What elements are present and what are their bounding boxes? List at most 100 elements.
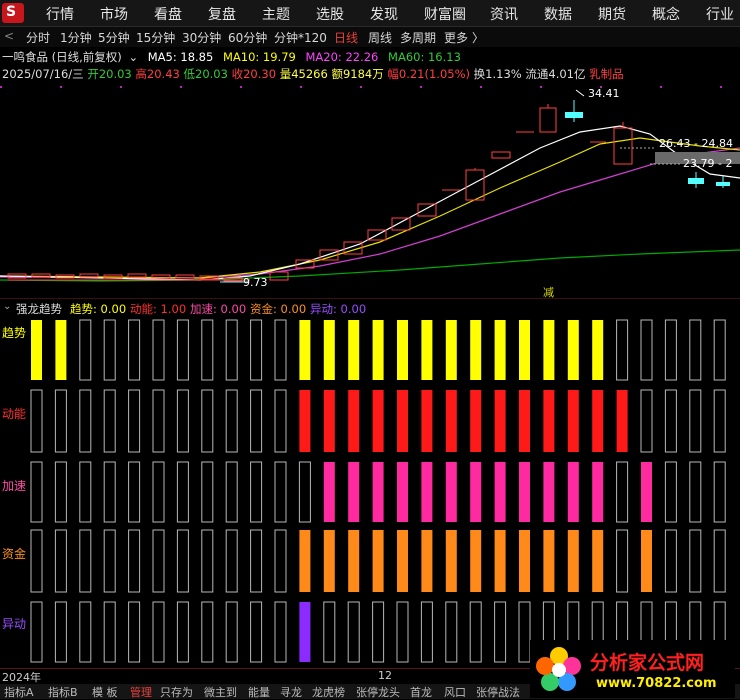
menu-item-qihuo[interactable]: 期货 xyxy=(598,4,626,24)
tab-limit-strategy[interactable]: 张停战法 xyxy=(476,684,520,700)
period-15min[interactable]: 15分钟 xyxy=(136,29,175,46)
accel-bar xyxy=(397,462,408,522)
tab-micro[interactable]: 微主到 xyxy=(204,684,237,700)
accel-bar xyxy=(470,462,482,522)
menu-item-hangye[interactable]: 行业 xyxy=(706,4,734,24)
trend-bar xyxy=(445,320,457,380)
indicator-chart[interactable] xyxy=(0,316,740,666)
accel-bar xyxy=(445,462,457,522)
indicator-dropdown-icon[interactable]: ⌄ xyxy=(3,301,11,312)
period-more[interactable]: 更多 xyxy=(444,29,468,46)
row-label-accel: 加速 xyxy=(2,479,27,493)
accel-bar xyxy=(298,461,311,523)
trend-bar xyxy=(225,319,238,381)
menu-item-hangqing[interactable]: 行情 xyxy=(46,4,74,24)
momentum-bar xyxy=(543,390,555,452)
collapse-icon[interactable]: < xyxy=(4,29,14,43)
menu-item-shuju[interactable]: 数据 xyxy=(544,4,572,24)
period-60min[interactable]: 60分钟 xyxy=(228,29,267,46)
capital-bar xyxy=(470,530,482,592)
momentum-bar xyxy=(494,390,506,452)
tab-dragon-tiger[interactable]: 龙虎榜 xyxy=(312,684,345,700)
price-range-label-2: 23.79 - 2 xyxy=(683,157,733,170)
momentum-bar xyxy=(152,389,165,453)
tab-seek-dragon[interactable]: 寻龙 xyxy=(280,684,302,700)
momentum-bar xyxy=(397,390,408,452)
period-weekly[interactable]: 周线 xyxy=(368,29,392,46)
tab-manage[interactable]: 管理 xyxy=(130,684,152,700)
accel-bar xyxy=(592,462,604,522)
menu-item-caifuquan[interactable]: 财富圈 xyxy=(424,4,466,24)
menu-item-faxian[interactable]: 发现 xyxy=(370,4,398,24)
period-5min[interactable]: 5分钟 xyxy=(98,29,130,46)
accel-bar xyxy=(641,462,652,522)
capital-bar xyxy=(664,529,677,593)
tab-indicator-b[interactable]: 指标B xyxy=(48,684,78,700)
period-daily[interactable]: 日线 xyxy=(334,29,358,46)
accel-bar xyxy=(664,461,677,523)
menu-item-zhuti[interactable]: 主题 xyxy=(262,4,290,24)
capital-bar xyxy=(274,529,287,593)
trend-bar xyxy=(55,320,67,380)
tab-limit-leader[interactable]: 张停龙头 xyxy=(356,684,400,700)
ma-info-line: 一鸣食品 (日线,前复权) ⌄ MA5: 18.85 MA10: 19.79 M… xyxy=(2,49,461,65)
trend-bar xyxy=(689,319,702,381)
ma-dropdown-icon[interactable]: ⌄ xyxy=(128,50,138,64)
trend-bar xyxy=(397,320,408,380)
momentum-bar xyxy=(250,389,263,453)
quote-turnover: 换1.13% xyxy=(473,67,522,81)
tab-energy[interactable]: 能量 xyxy=(248,684,270,700)
menu-item-fupan[interactable]: 复盘 xyxy=(208,4,236,24)
trend-bar xyxy=(372,320,384,380)
abnormal-bar xyxy=(420,601,433,663)
menu-item-kanpan[interactable]: 看盘 xyxy=(154,4,182,24)
menu-item-xuangu[interactable]: 选股 xyxy=(316,4,344,24)
ma5-value: MA5: 18.85 xyxy=(147,50,214,64)
tab-indicator-a[interactable]: 指标A xyxy=(4,684,34,700)
capital-bar xyxy=(397,530,408,592)
abnormal-bar xyxy=(372,601,385,663)
row-label-abnormal: 异动 xyxy=(2,617,27,631)
period-120min[interactable]: 分钟*120 xyxy=(274,29,327,46)
momentum-bar xyxy=(54,389,67,453)
accel-bar xyxy=(79,461,92,523)
abnormal-bar xyxy=(299,602,311,662)
menu-item-zixun[interactable]: 资讯 xyxy=(490,4,518,24)
candlestick-chart[interactable] xyxy=(0,84,740,298)
trend-bar xyxy=(128,319,141,381)
accel-bar xyxy=(713,461,726,523)
menu-item-gainian[interactable]: 概念 xyxy=(652,4,680,24)
period-30min[interactable]: 30分钟 xyxy=(182,29,221,46)
app-logo-icon[interactable]: S xyxy=(2,3,24,23)
axis-label-year: 2024年 xyxy=(2,671,41,684)
price-high-label: 34.41 xyxy=(588,87,620,100)
quote-sector[interactable]: 乳制品 xyxy=(589,67,624,81)
ma60-line xyxy=(0,249,740,282)
tab-save-as[interactable]: 只存为 xyxy=(160,684,193,700)
stock-name[interactable]: 一鸣食品 (日线,前复权) xyxy=(2,50,122,64)
ma20-line xyxy=(0,147,740,279)
tab-hot-spot[interactable]: 风口 xyxy=(444,684,466,700)
capital-bar xyxy=(445,530,457,592)
period-1min[interactable]: 1分钟 xyxy=(60,29,92,46)
trend-bar xyxy=(567,320,579,380)
tab-first-dragon[interactable]: 首龙 xyxy=(410,684,432,700)
menu-item-shichang[interactable]: 市场 xyxy=(100,4,128,24)
trend-bar xyxy=(470,320,482,380)
chevron-right-icon[interactable]: 〉 xyxy=(472,29,484,46)
watermark: 分析家公式网 www.70822.com xyxy=(530,640,735,698)
price-range-label-1: 26.43 - 24.84 xyxy=(659,137,733,150)
trend-bar xyxy=(713,319,726,381)
trend-bar xyxy=(616,319,629,381)
abnormal-bar xyxy=(494,601,507,663)
indicator-name[interactable]: 强龙趋势 xyxy=(16,301,62,317)
momentum-bar xyxy=(421,390,433,452)
tab-template[interactable]: 模 板 xyxy=(92,684,118,700)
capital-bar xyxy=(421,530,433,592)
momentum-bar xyxy=(30,389,43,453)
period-fenshi[interactable]: 分时 xyxy=(26,29,50,46)
period-multi[interactable]: 多周期 xyxy=(400,29,436,46)
abnormal-bar xyxy=(128,601,141,663)
trend-bar xyxy=(519,320,530,380)
capital-bar xyxy=(543,530,555,592)
